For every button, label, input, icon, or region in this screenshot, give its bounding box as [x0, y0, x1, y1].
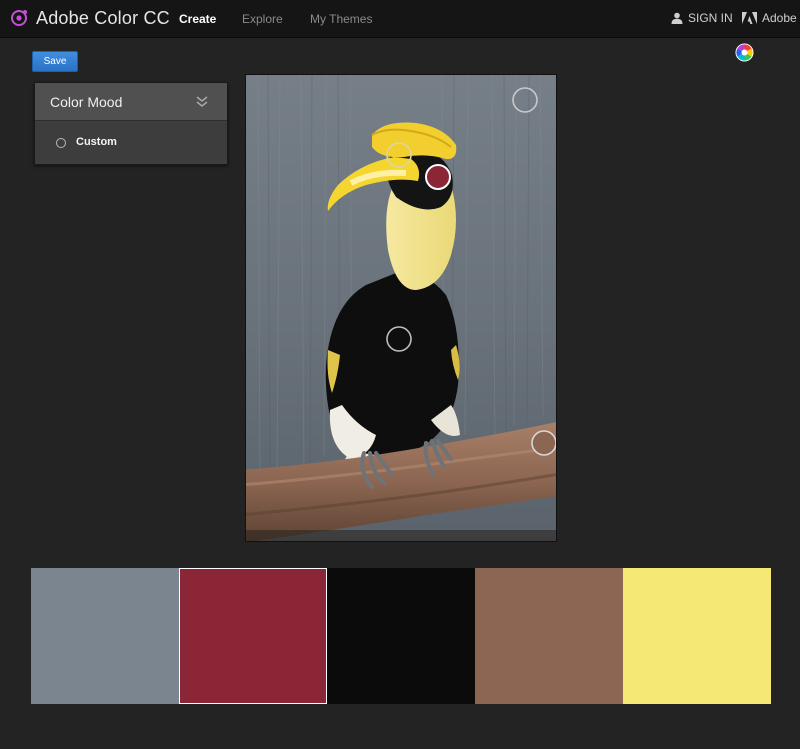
user-icon — [671, 12, 683, 24]
sign-in-link[interactable]: SIGN IN — [671, 11, 733, 25]
adobe-label: Adobe — [762, 11, 797, 25]
sample-point-marker-active[interactable] — [425, 164, 451, 190]
color-mood-title: Color Mood — [50, 94, 123, 110]
sign-in-label: SIGN IN — [688, 11, 733, 25]
color-mood-dropdown[interactable]: Color Mood — [35, 83, 227, 121]
nav-my-themes[interactable]: My Themes — [310, 12, 372, 26]
color-swatch-4[interactable] — [475, 568, 623, 704]
sample-point-marker[interactable] — [531, 430, 556, 456]
color-theme-swatches — [31, 568, 771, 704]
nav-create[interactable]: Create — [179, 12, 216, 26]
color-wheel-icon[interactable] — [735, 43, 754, 62]
color-swatch-3[interactable] — [327, 568, 475, 704]
source-photo[interactable] — [245, 74, 557, 542]
top-navigation-bar: Adobe Color CC Create Explore My Themes … — [0, 0, 800, 38]
color-mood-panel: Color Mood Custom — [34, 82, 228, 165]
double-chevron-down-icon — [196, 96, 208, 107]
adobe-logo-icon — [742, 11, 757, 24]
radio-icon[interactable] — [56, 138, 66, 148]
brand-title[interactable]: Adobe Color CC — [36, 8, 170, 29]
color-swatch-5[interactable] — [623, 568, 771, 704]
color-mood-option-label: Custom — [76, 136, 117, 148]
adobe-link[interactable]: Adobe — [742, 11, 797, 25]
color-swatch-1[interactable] — [31, 568, 179, 704]
color-swatch-2[interactable] — [179, 568, 327, 704]
hornbill-photo — [246, 75, 556, 541]
nav-explore[interactable]: Explore — [242, 12, 283, 26]
color-mood-option-custom[interactable]: Custom — [35, 121, 227, 164]
save-button[interactable]: Save — [32, 51, 78, 72]
adobe-color-logo-icon[interactable] — [10, 9, 28, 27]
